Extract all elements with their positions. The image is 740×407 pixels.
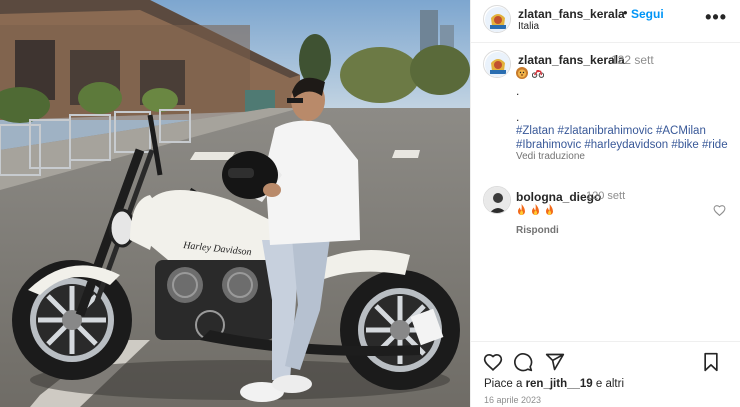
follow-button[interactable]: Segui <box>631 7 664 21</box>
instagram-post-view: Harley Davidson zlatan_fans_kerala • Seg… <box>0 0 740 407</box>
avatar[interactable] <box>483 5 511 33</box>
caption-line-dot: . <box>516 84 520 98</box>
motorcycle-emoji <box>532 70 544 78</box>
post-photo[interactable]: Harley Davidson <box>0 0 470 407</box>
separator-dot: • <box>623 5 628 20</box>
heart-icon[interactable] <box>483 352 503 374</box>
reply-button[interactable]: Rispondi <box>516 225 559 236</box>
fire-emoji <box>518 204 525 215</box>
share-icon[interactable] <box>545 352 565 375</box>
comment-like-heart-icon[interactable] <box>713 204 726 219</box>
likes-prefix: Piace a <box>484 378 523 390</box>
post-sidebar: zlatan_fans_kerala • Segui Italia ••• zl… <box>470 0 740 407</box>
caption-username[interactable]: zlatan_fans_kerala <box>518 53 625 67</box>
see-translation-link[interactable]: Vedi traduzione <box>516 151 585 162</box>
fire-emoji <box>532 204 539 215</box>
comment-emojis <box>516 204 555 216</box>
comment-timestamp[interactable]: 120 sett <box>586 190 625 202</box>
fire-emoji <box>546 204 553 215</box>
likes-suffix: e altri <box>595 378 625 390</box>
caption-avatar[interactable] <box>483 50 511 78</box>
author-username[interactable]: zlatan_fans_kerala <box>518 7 625 21</box>
liker-username[interactable]: ren_jith__19 <box>526 378 593 390</box>
caption-emojis <box>516 67 544 79</box>
location-link[interactable]: Italia <box>518 21 539 32</box>
fan-club-logo-icon <box>485 7 510 32</box>
comment-icon[interactable] <box>513 352 533 375</box>
post-date[interactable]: 16 aprile 2023 <box>484 395 541 405</box>
action-bar <box>471 341 740 381</box>
caption-hashtags: #Zlatan #zlatanibrahimovic #ACMilan #Ibr… <box>516 124 731 152</box>
hashtag-line[interactable]: #Ibrahimovic #harleydavidson #bike #ride <box>516 139 728 151</box>
save-icon[interactable] <box>702 352 720 375</box>
commenter-avatar[interactable] <box>483 186 511 214</box>
hashtag-line[interactable]: #Zlatan #zlatanibrahimovic #ACMilan <box>516 125 706 137</box>
lion-face-emoji <box>516 67 528 79</box>
photo-illustration: Harley Davidson <box>0 0 470 407</box>
caption-timestamp[interactable]: 122 sett <box>611 53 654 67</box>
user-photo-icon <box>484 187 510 213</box>
post-header: zlatan_fans_kerala • Segui Italia ••• <box>471 0 740 43</box>
caption-line-dot: . <box>516 110 520 124</box>
fan-club-logo-icon <box>485 52 510 77</box>
likes-summary[interactable]: Piace a ren_jith__19 e altri <box>484 378 624 390</box>
more-options-icon[interactable]: ••• <box>705 7 727 28</box>
